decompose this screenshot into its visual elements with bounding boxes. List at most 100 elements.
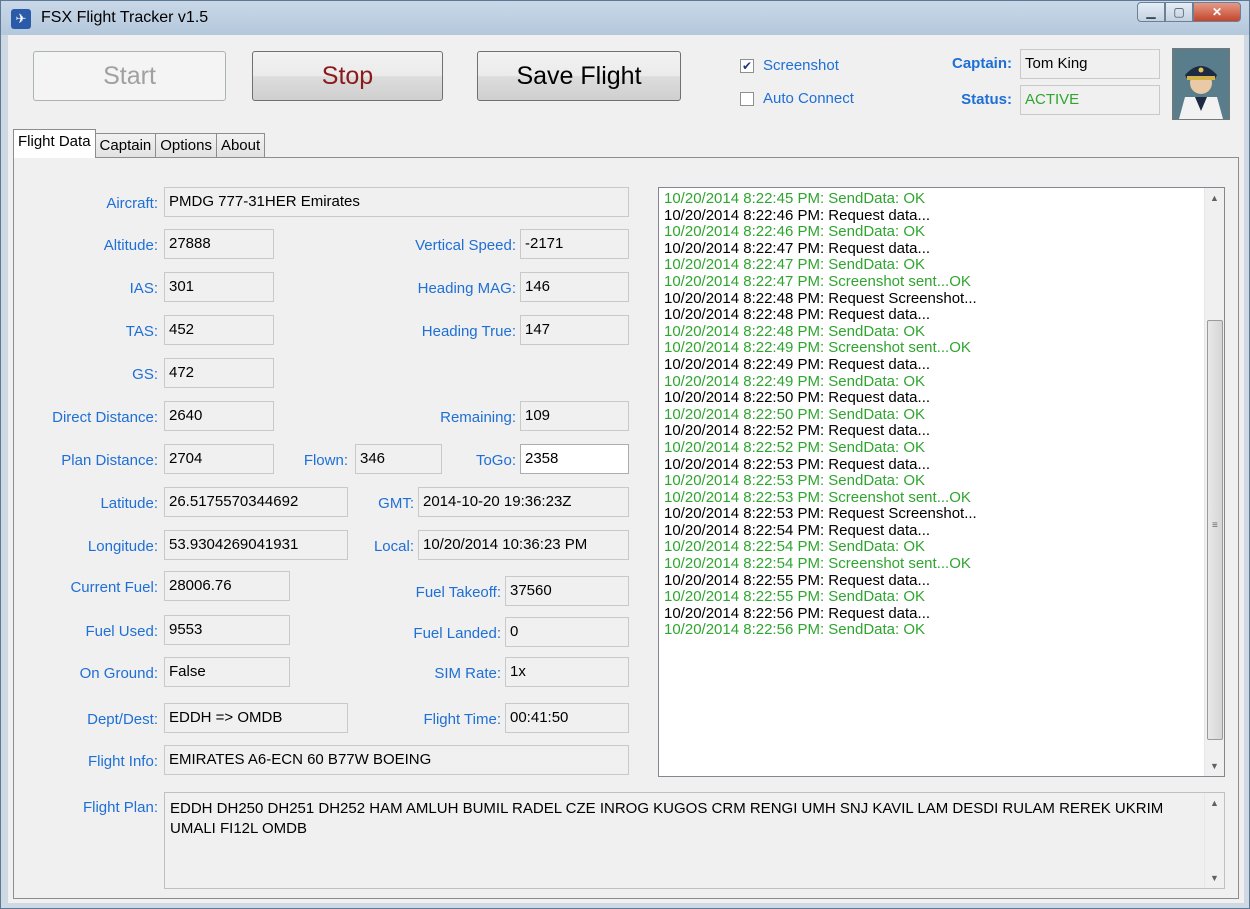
direct-distance-field: 2640 — [164, 401, 274, 431]
flown-label: Flown: — [303, 452, 348, 469]
grip-icon: ≡ — [1212, 520, 1218, 531]
scroll-up-arrow-icon[interactable]: ▲ — [1205, 188, 1224, 208]
activity-log[interactable]: 10/20/2014 8:22:45 PM: SendData: OK 10/20… — [658, 187, 1225, 777]
log-entry: 10/20/2014 8:22:50 PM: Request data... — [664, 389, 931, 407]
captain-avatar — [1172, 48, 1230, 120]
ias-field: 301 — [164, 272, 274, 302]
log-entry: 10/20/2014 8:22:52 PM: Request data... — [664, 422, 931, 440]
start-button[interactable]: Start — [33, 51, 226, 101]
status-field: ACTIVE — [1020, 85, 1160, 115]
log-entry: 10/20/2014 8:22:48 PM: SendData: OK — [664, 322, 926, 340]
log-entry: 10/20/2014 8:22:46 PM: SendData: OK — [664, 223, 926, 241]
fuel-used-label: Fuel Used: — [85, 623, 158, 640]
flown-field: 346 — [355, 444, 442, 474]
screenshot-label: Screenshot — [763, 57, 839, 74]
log-entry: 10/20/2014 8:22:47 PM: SendData: OK — [664, 256, 926, 274]
log-entry: 10/20/2014 8:22:55 PM: Request data... — [664, 571, 931, 589]
gmt-field: 2014-10-20 19:36:23Z — [418, 487, 629, 517]
log-entry: 10/20/2014 8:22:49 PM: SendData: OK — [664, 372, 926, 390]
plan-scroll-up-icon[interactable]: ▲ — [1205, 793, 1224, 813]
fuel-landed-label: Fuel Landed: — [413, 625, 501, 642]
aircraft-label: Aircraft: — [106, 195, 158, 212]
on-ground-field: False — [164, 657, 290, 687]
minimize-button[interactable]: ▁ — [1137, 2, 1165, 22]
vertical-speed-label: Vertical Speed: — [415, 237, 516, 254]
gs-label: GS: — [132, 366, 158, 383]
log-entry: 10/20/2014 8:22:45 PM: SendData: OK — [664, 190, 926, 207]
flight-info-field: EMIRATES A6-ECN 60 B77W BOEING — [164, 745, 629, 775]
heading-true-label: Heading True: — [421, 323, 516, 340]
longitude-label: Longitude: — [87, 538, 158, 555]
longitude-field: 53.9304269041931 — [164, 530, 348, 560]
aircraft-field: PMDG 777-31HER Emirates — [164, 187, 629, 217]
tas-label: TAS: — [125, 323, 158, 340]
current-fuel-field: 28006.76 — [164, 571, 290, 601]
log-entry: 10/20/2014 8:22:54 PM: SendData: OK — [664, 538, 926, 556]
log-entry: 10/20/2014 8:22:56 PM: SendData: OK — [664, 621, 926, 639]
tas-field: 452 — [164, 315, 274, 345]
sim-rate-field: 1x — [505, 657, 629, 687]
flight-plan-box[interactable]: EDDH DH250 DH251 DH252 HAM AMLUH BUMIL R… — [164, 792, 1225, 889]
log-entry: 10/20/2014 8:22:50 PM: SendData: OK — [664, 405, 926, 423]
tab-flight-data[interactable]: Flight Data — [13, 129, 96, 158]
current-fuel-label: Current Fuel: — [70, 579, 158, 596]
heading-mag-field: 146 — [520, 272, 629, 302]
flight-plan-text: EDDH DH250 DH251 DH252 HAM AMLUH BUMIL R… — [170, 800, 1164, 837]
altitude-label: Altitude: — [103, 237, 158, 254]
save-flight-button[interactable]: Save Flight — [477, 51, 681, 101]
stop-button[interactable]: Stop — [252, 51, 443, 101]
fuel-takeoff-label: Fuel Takeoff: — [415, 584, 501, 601]
flight-time-field: 00:41:50 — [505, 703, 629, 733]
log-entry: 10/20/2014 8:22:54 PM: Screenshot sent..… — [664, 555, 971, 573]
log-entry: 10/20/2014 8:22:47 PM: Screenshot sent..… — [664, 272, 971, 290]
log-entry: 10/20/2014 8:22:53 PM: Request Screensho… — [664, 505, 977, 523]
remaining-label: Remaining: — [440, 409, 516, 426]
heading-mag-label: Heading MAG: — [417, 280, 516, 297]
log-entry: 10/20/2014 8:22:48 PM: Request Screensho… — [664, 289, 977, 307]
log-entry: 10/20/2014 8:22:54 PM: Request data... — [664, 521, 931, 539]
heading-true-field: 147 — [520, 315, 629, 345]
dept-dest-field: EDDH => OMDB — [164, 703, 348, 733]
sim-rate-label: SIM Rate: — [434, 665, 501, 682]
log-entry: 10/20/2014 8:22:53 PM: Screenshot sent..… — [664, 488, 971, 506]
screenshot-checkbox[interactable]: ✔ Screenshot — [740, 57, 839, 74]
plan-distance-field: 2704 — [164, 444, 274, 474]
scroll-down-arrow-icon[interactable]: ▼ — [1205, 756, 1224, 776]
log-entry: 10/20/2014 8:22:53 PM: SendData: OK — [664, 472, 926, 490]
window-controls: ▁ ▢ ✕ — [1137, 2, 1241, 24]
tab-about[interactable]: About — [215, 133, 266, 158]
log-entry: 10/20/2014 8:22:47 PM: Request data... — [664, 239, 931, 257]
plan-scroll-down-icon[interactable]: ▼ — [1205, 868, 1224, 888]
auto-connect-label: Auto Connect — [763, 90, 854, 107]
togo-field: 2358 — [520, 444, 629, 474]
log-entry: 10/20/2014 8:22:52 PM: SendData: OK — [664, 438, 926, 456]
ias-label: IAS: — [129, 280, 158, 297]
log-scrollbar[interactable]: ▲ ≡ ▼ — [1204, 188, 1224, 776]
checkmark-icon: ✔ — [740, 58, 754, 73]
plan-distance-label: Plan Distance: — [61, 452, 158, 469]
log-entry: 10/20/2014 8:22:49 PM: Request data... — [664, 355, 931, 373]
client-area: Start Stop Save Flight ✔ Screenshot Auto… — [8, 35, 1244, 903]
on-ground-label: On Ground: — [79, 665, 158, 682]
title-bar[interactable]: ✈ FSX Flight Tracker v1.5 ▁ ▢ ✕ — [1, 1, 1249, 35]
gmt-label: GMT: — [378, 495, 414, 512]
direct-distance-label: Direct Distance: — [52, 409, 158, 426]
log-entry: 10/20/2014 8:22:49 PM: Screenshot sent..… — [664, 339, 971, 357]
tab-options[interactable]: Options — [155, 133, 217, 158]
auto-connect-checkbox[interactable]: Auto Connect — [740, 90, 854, 107]
maximize-button[interactable]: ▢ — [1165, 2, 1193, 22]
flight-info-label: Flight Info: — [87, 753, 158, 770]
log-entry: 10/20/2014 8:22:46 PM: Request data... — [664, 206, 931, 224]
log-entry: 10/20/2014 8:22:55 PM: SendData: OK — [664, 588, 926, 606]
scroll-thumb[interactable]: ≡ — [1207, 320, 1223, 740]
plan-scrollbar[interactable]: ▲ ▼ — [1204, 793, 1224, 888]
togo-label: ToGo: — [475, 452, 516, 469]
status-label: Status: — [961, 91, 1012, 108]
dept-dest-label: Dept/Dest: — [87, 711, 158, 728]
log-entry: 10/20/2014 8:22:48 PM: Request data... — [664, 306, 931, 324]
close-button[interactable]: ✕ — [1193, 2, 1241, 22]
fuel-takeoff-field: 37560 — [505, 576, 629, 606]
tab-captain[interactable]: Captain — [94, 133, 157, 158]
captain-label: Captain: — [952, 55, 1012, 72]
flight-plan-label: Flight Plan: — [82, 799, 158, 816]
